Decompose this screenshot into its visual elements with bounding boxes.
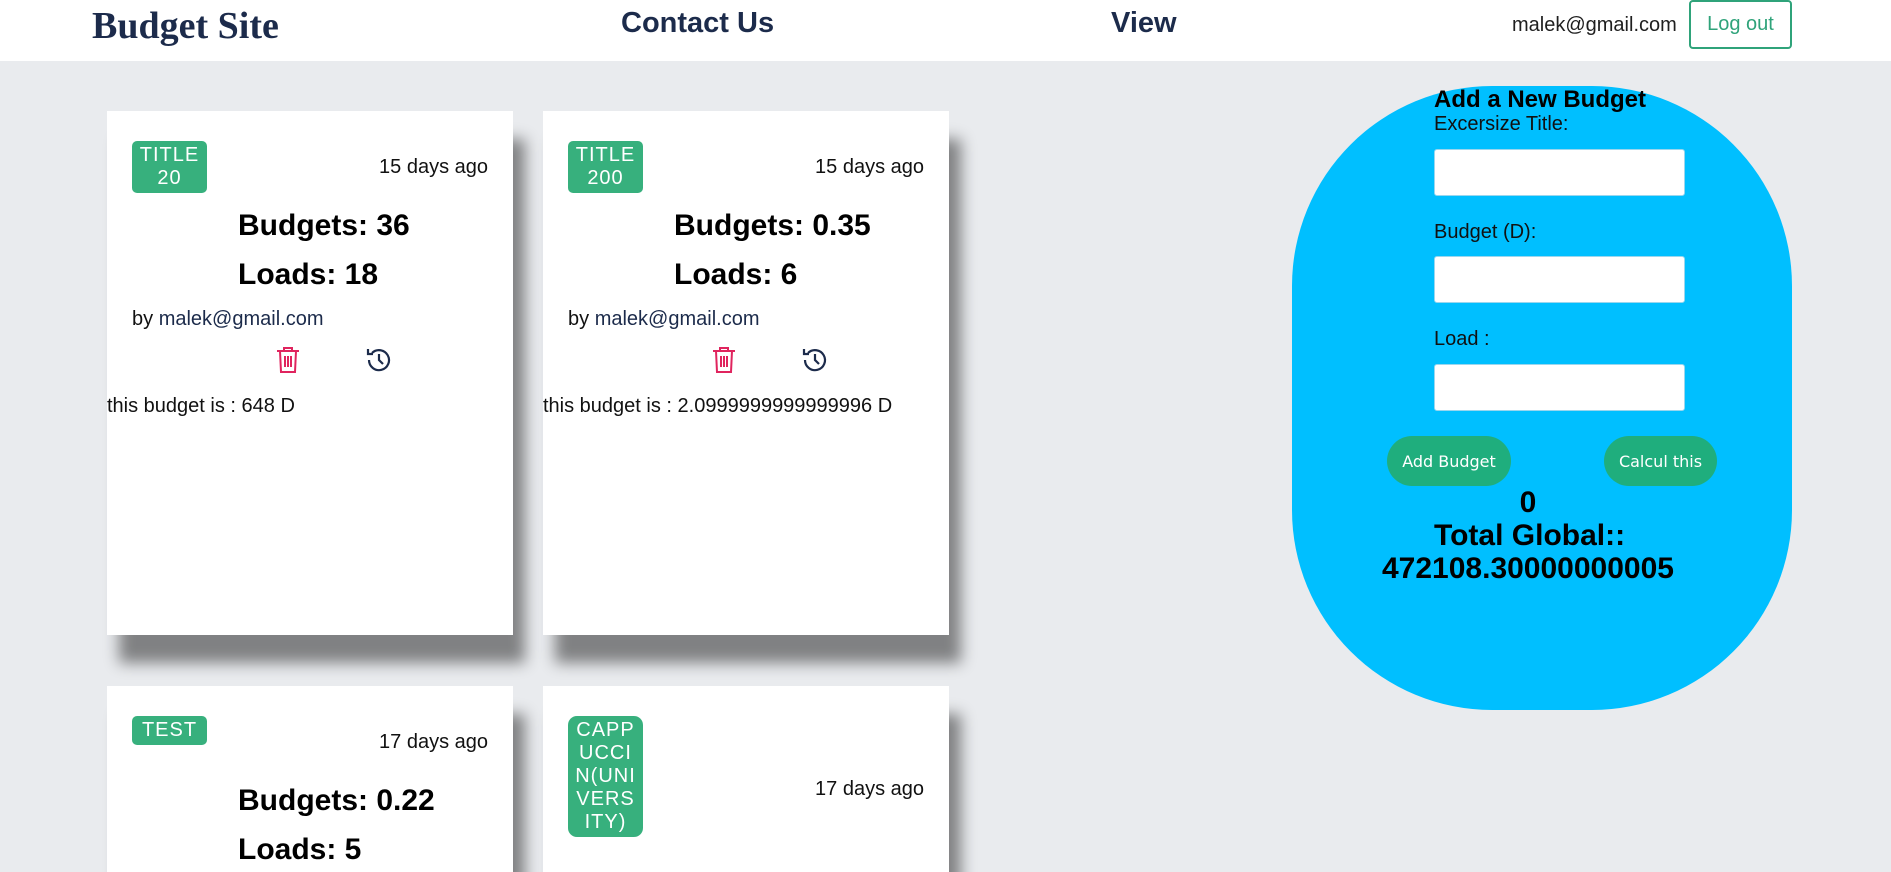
user-email: malek@gmail.com — [1512, 14, 1677, 36]
budget-loads: Loads: 18 — [238, 258, 379, 291]
budget-date: 15 days ago — [379, 156, 488, 178]
budget-title-badge: CAPPUCCIN(UNIVERSITY) — [568, 716, 643, 837]
total-global-label: Total Global:: — [1434, 519, 1626, 552]
budget-loads: Loads: 6 — [674, 258, 798, 291]
trash-icon[interactable] — [711, 346, 737, 374]
author-email: malek@gmail.com — [158, 308, 324, 330]
budget-total: this budget is : 648 D — [107, 395, 295, 417]
load-input[interactable] — [1434, 364, 1685, 411]
budget-title-badge: TEST — [132, 716, 207, 745]
author-line: by malek@gmail.com — [132, 308, 323, 331]
budget-card: TEST 17 days ago Budgets: 0.22 Loads: 5 — [107, 686, 513, 872]
budget-card: TITLE 20 15 days ago Budgets: 36 Loads: … — [107, 111, 513, 635]
budget-card: TITLE200 15 days ago Budgets: 0.35 Loads… — [543, 111, 949, 635]
budget-total: this budget is : 2.0999999999999996 D — [543, 395, 893, 417]
nav-view[interactable]: View — [1111, 7, 1177, 40]
budget-date: 17 days ago — [379, 731, 488, 753]
budget-title-badge: TITLE 20 — [132, 141, 207, 193]
by-label: by — [132, 308, 154, 330]
navbar: Budget Site Contact Us View malek@gmail.… — [0, 0, 1891, 61]
author-line: by malek@gmail.com — [568, 308, 759, 331]
history-icon[interactable] — [801, 346, 829, 374]
nav-contact-us[interactable]: Contact Us — [621, 7, 774, 40]
trash-icon[interactable] — [275, 346, 301, 374]
budget-date: 17 days ago — [815, 778, 924, 800]
budget-amount: Budgets: 0.22 — [238, 784, 435, 817]
calc-result: 0 — [1519, 486, 1537, 519]
history-icon[interactable] — [365, 346, 393, 374]
calculate-button[interactable]: Calcul this — [1604, 436, 1717, 486]
author-email: malek@gmail.com — [594, 308, 760, 330]
budget-input[interactable] — [1434, 256, 1685, 303]
form-title: Add a New Budget — [1434, 86, 1647, 113]
budget-loads: Loads: 5 — [238, 833, 362, 866]
budget-amount: Budgets: 36 — [238, 209, 410, 242]
budget-date: 15 days ago — [815, 156, 924, 178]
add-budget-panel: Add a New Budget Excersize Title: Budget… — [1292, 86, 1792, 710]
logout-button[interactable]: Log out — [1689, 0, 1792, 49]
add-budget-button[interactable]: Add Budget — [1387, 436, 1511, 486]
title-field-label: Excersize Title: — [1434, 113, 1569, 135]
by-label: by — [568, 308, 590, 330]
title-input[interactable] — [1434, 149, 1685, 196]
budget-title-badge: TITLE200 — [568, 141, 643, 193]
load-field-label: Load : — [1434, 328, 1490, 350]
budget-amount: Budgets: 0.35 — [674, 209, 871, 242]
budget-field-label: Budget (D): — [1434, 221, 1537, 243]
brand-logo[interactable]: Budget Site — [92, 4, 279, 48]
total-global-value: 472108.30000000005 — [1382, 552, 1674, 585]
budget-card: CAPPUCCIN(UNIVERSITY) 17 days ago — [543, 686, 949, 872]
